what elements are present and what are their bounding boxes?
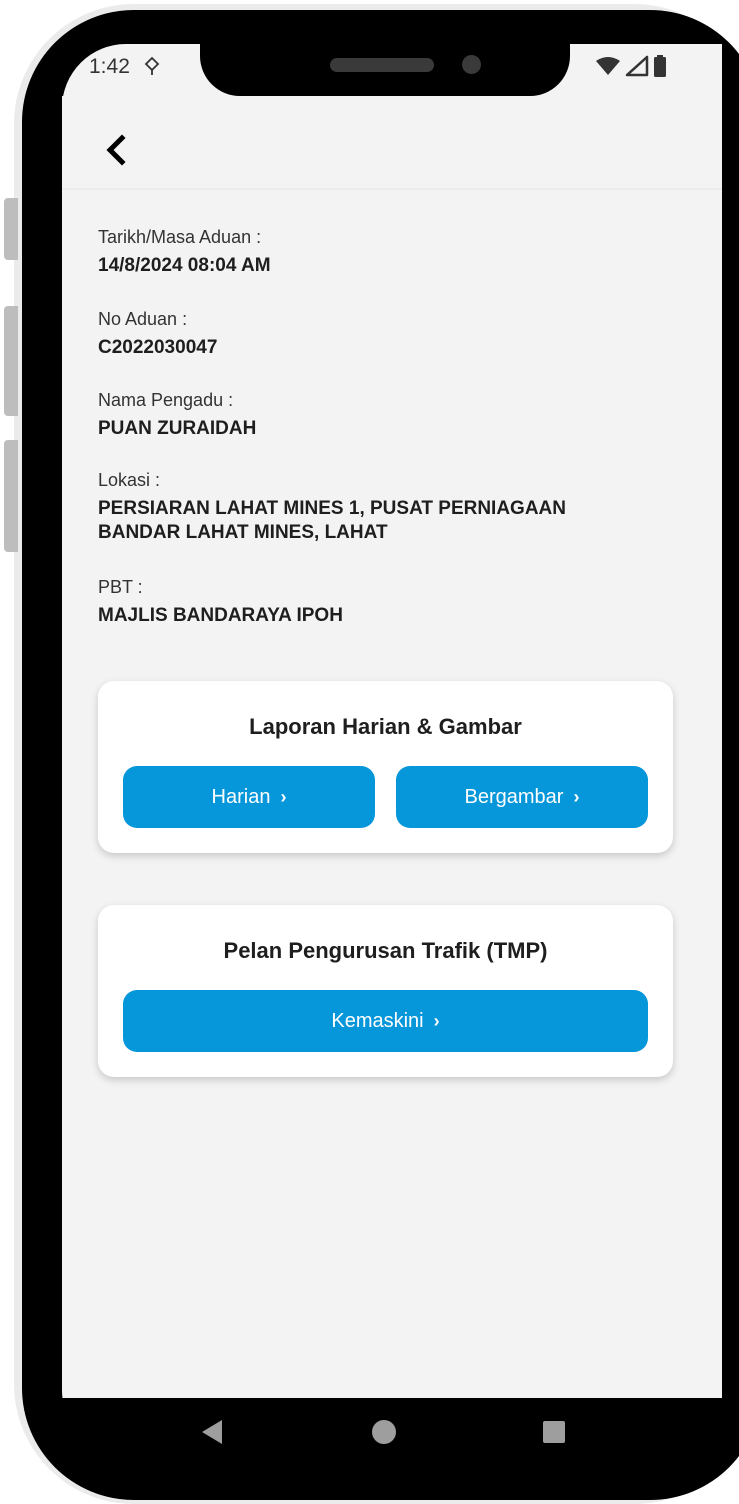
field-value: 14/8/2024 08:04 AM [98,255,271,276]
app-header [62,96,722,190]
harian-button-label: Harian [211,785,271,808]
field-label: No Aduan : [98,309,188,329]
tmp-card: Pelan Pengurusan Trafik (TMP) Kemaskini … [98,905,673,1077]
field-value: PERSIARAN LAHAT MINES 1, PUSAT PERNIAGAA… [98,498,566,543]
field-label: PBT : [98,577,143,597]
report-card-title: Laporan Harian & Gambar [249,714,522,739]
triangle-back-icon [202,1420,222,1444]
back-button[interactable] [96,130,136,170]
device-side-button-middle [4,306,18,416]
chevron-right-icon: › [573,786,580,807]
field-label: Lokasi : [98,470,161,490]
device-side-button-top [4,198,18,260]
report-card: Laporan Harian & Gambar Harian › Bergamb… [98,681,673,853]
nav-home-button[interactable] [370,1418,398,1446]
chevron-right-icon: › [433,1010,440,1031]
kemaskini-button-label: Kemaskini [331,1009,424,1032]
battery-icon [654,55,666,77]
notification-icon [143,56,161,76]
field-tarikh-masa: Tarikh/Masa Aduan : 14/8/2024 08:04 AM [98,226,678,278]
chevron-right-icon: › [280,786,287,807]
field-no-aduan: No Aduan : C2022030047 [98,308,678,360]
square-recents-icon [543,1421,565,1443]
field-value: C2022030047 [98,337,218,358]
field-label: Nama Pengadu : [98,390,234,410]
notch-camera [462,55,481,74]
nav-back-button[interactable] [196,1416,228,1448]
field-lokasi: Lokasi : PERSIARAN LAHAT MINES 1, PUSAT … [98,469,638,545]
device-side-button-bottom [4,440,18,552]
nav-recents-button[interactable] [541,1419,567,1445]
kemaskini-button[interactable]: Kemaskini › [123,990,648,1052]
status-time: 1:42 [89,55,130,78]
bergambar-button[interactable]: Bergambar › [396,766,648,828]
circle-home-icon [372,1420,396,1444]
field-nama-pengadu: Nama Pengadu : PUAN ZURAIDAH [98,389,678,441]
field-value: PUAN ZURAIDAH [98,418,257,439]
chevron-left-icon [106,134,126,166]
wifi-icon [596,57,620,75]
status-icons [596,55,666,77]
signal-icon [625,55,649,77]
bergambar-button-label: Bergambar [464,785,564,808]
field-label: Tarikh/Masa Aduan : [98,227,262,247]
notch-speaker [330,58,434,72]
harian-button[interactable]: Harian › [123,766,375,828]
field-value: MAJLIS BANDARAYA IPOH [98,605,343,626]
field-pbt: PBT : MAJLIS BANDARAYA IPOH [98,576,678,628]
tmp-card-title: Pelan Pengurusan Trafik (TMP) [223,938,548,963]
